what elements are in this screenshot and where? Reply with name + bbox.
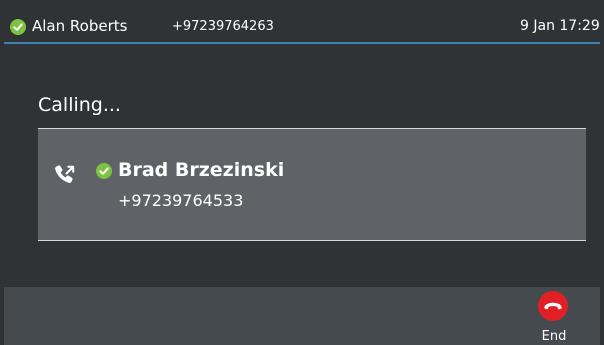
end-call-label: End	[541, 329, 567, 344]
outgoing-call-icon	[52, 162, 78, 188]
remote-contact-name: Brad Brzezinski	[118, 159, 285, 181]
date-time: 9 Jan 17:29	[520, 18, 600, 34]
hang-up-icon	[538, 291, 568, 321]
call-state-label: Calling...	[38, 94, 121, 116]
self-user-number: +97239764263	[172, 19, 274, 34]
self-user-name: Alan Roberts	[32, 17, 128, 35]
softkey-bar: End	[4, 287, 600, 345]
phone-screen: Alan Roberts +97239764263 9 Jan 17:29 Ca…	[0, 0, 604, 345]
status-bar: Alan Roberts +97239764263 9 Jan 17:29	[4, 10, 600, 44]
remote-contact-number: +97239764533	[118, 191, 244, 210]
remote-available-check-icon	[96, 163, 112, 179]
call-card[interactable]: Brad Brzezinski +97239764533	[38, 128, 586, 241]
available-check-icon	[10, 19, 26, 35]
end-call-button[interactable]: End	[524, 287, 584, 345]
